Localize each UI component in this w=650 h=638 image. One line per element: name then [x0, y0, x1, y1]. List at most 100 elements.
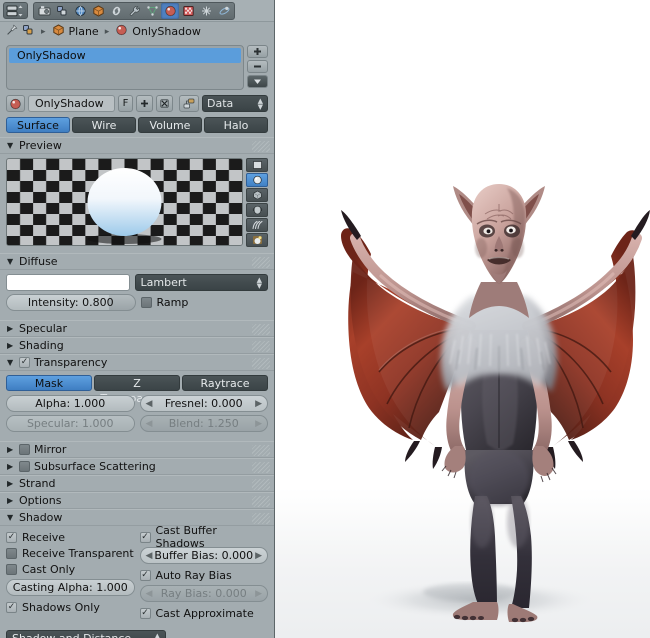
- preview-sphere-sky-icon[interactable]: [246, 233, 268, 247]
- preview-flat-plane-icon[interactable]: [246, 158, 268, 172]
- panel-header-shading[interactable]: ▶ Shading: [0, 337, 274, 354]
- panel-header-mirror[interactable]: ▶ Mirror: [0, 441, 274, 458]
- panel-header-specular[interactable]: ▶ Specular: [0, 320, 274, 337]
- tab-volume[interactable]: Volume: [138, 117, 202, 133]
- panel-header-shadow[interactable]: ▼ Shadow: [0, 509, 274, 526]
- breadcrumb-separator-1: ▸: [104, 26, 110, 37]
- shadow-cast-buffer-row[interactable]: Cast Buffer Shadows: [139, 524, 269, 550]
- tab-halo[interactable]: Halo: [204, 117, 268, 133]
- editor-type-icon[interactable]: [3, 2, 28, 19]
- fake-user-button[interactable]: F: [118, 95, 133, 112]
- transparency-method-mask[interactable]: Mask: [6, 375, 92, 391]
- tab-surface[interactable]: Surface: [6, 117, 70, 133]
- transparency-method-raytrace[interactable]: Raytrace: [182, 375, 268, 391]
- 3d-viewport[interactable]: [275, 0, 650, 638]
- unlink-material-button[interactable]: [156, 95, 173, 112]
- panel-header-options[interactable]: ▶ Options: [0, 492, 274, 509]
- material-link-dropdown[interactable]: Data ▲ ▼: [202, 95, 268, 112]
- object-data-tab[interactable]: [143, 3, 161, 19]
- shadow-shadows-only-row[interactable]: Shadows Only: [6, 599, 135, 615]
- transparency-panel-body: Mask Z Transparency Raytrace Alpha: 1.00…: [0, 371, 274, 441]
- diffuse-shader-value: Lambert: [140, 276, 187, 289]
- diffuse-ramp-checkbox[interactable]: [140, 297, 152, 308]
- shadow-shadows-only-checkbox[interactable]: [6, 601, 17, 613]
- scene-tab[interactable]: [71, 3, 89, 19]
- properties-header: [0, 0, 274, 22]
- panel-grip: [252, 324, 270, 335]
- object-tab[interactable]: [107, 3, 125, 19]
- material-slot-list[interactable]: OnlyShadow: [6, 45, 244, 90]
- transparency-enable-checkbox[interactable]: [19, 357, 30, 368]
- panel-header-sss[interactable]: ▶ Subsurface Scattering: [0, 458, 274, 475]
- panel-grip: [252, 513, 270, 524]
- shadow-cast-buffer-checkbox[interactable]: [139, 531, 151, 543]
- diffuse-shader-dropdown[interactable]: Lambert ▲ ▼: [134, 274, 268, 291]
- shadow-auto-ray-bias-row[interactable]: Auto Ray Bias: [139, 567, 269, 583]
- preview-sphere-icon[interactable]: [246, 173, 268, 187]
- new-material-button[interactable]: [136, 95, 153, 112]
- breadcrumb-item-object[interactable]: Plane: [69, 25, 99, 38]
- shadow-receive-row[interactable]: Receive: [6, 529, 135, 545]
- transparency-specular-label: Specular: 1.000: [26, 417, 114, 430]
- diffuse-color-swatch[interactable]: [6, 274, 130, 291]
- transparency-specular-slider[interactable]: Specular: 1.000: [6, 415, 135, 432]
- shadow-casting-alpha-slider[interactable]: Casting Alpha: 1.000: [6, 579, 135, 596]
- transparency-method-z[interactable]: Z Transparency: [94, 375, 180, 405]
- chevron-left-icon: ◀: [145, 419, 153, 429]
- shadow-shadows-only-label: Shadows Only: [22, 600, 100, 614]
- material-slot-menu-button[interactable]: [247, 75, 268, 88]
- shadow-receive-transparent-row[interactable]: Receive Transparent: [6, 545, 135, 561]
- shadow-receive-transparent-checkbox[interactable]: [6, 547, 17, 559]
- render-tab[interactable]: [35, 3, 53, 19]
- particles-tab[interactable]: [197, 3, 215, 19]
- pin-icon[interactable]: [6, 24, 18, 39]
- shadow-buffer-bias-slider[interactable]: ◀ Buffer Bias: 0.000 ▶: [139, 547, 268, 564]
- panel-grip: [252, 479, 270, 490]
- chevron-right-icon: ▶: [255, 399, 262, 409]
- panel-header-diffuse[interactable]: ▼ Diffuse: [0, 253, 274, 270]
- transparency-alpha-label: Alpha: 1.000: [35, 397, 106, 410]
- chevron-right-icon: ▶: [255, 589, 262, 599]
- material-name-input[interactable]: OnlyShadow: [28, 95, 115, 112]
- shadows-only-mode-dropdown[interactable]: Shadow and Distance ▲▼: [6, 630, 166, 638]
- render-layers-tab[interactable]: [53, 3, 71, 19]
- shadow-receive-transparent-label: Receive Transparent: [22, 546, 134, 560]
- preview-hair-strands-icon[interactable]: [246, 218, 268, 232]
- add-material-slot-button[interactable]: [247, 45, 268, 58]
- material-tab[interactable]: [161, 2, 179, 19]
- material-browse-icon[interactable]: [6, 95, 25, 112]
- tab-wire[interactable]: Wire: [72, 117, 136, 133]
- preview-monkey-icon[interactable]: [246, 203, 268, 217]
- panel-header-transparency[interactable]: ▼ Transparency: [0, 354, 274, 371]
- world-tab[interactable]: [89, 3, 107, 19]
- mirror-enable-checkbox[interactable]: [19, 444, 30, 455]
- shadow-cast-approximate-row[interactable]: Cast Approximate: [139, 605, 269, 621]
- transparency-alpha-slider[interactable]: Alpha: 1.000: [6, 395, 135, 412]
- panel-title-strand: Strand: [19, 477, 56, 490]
- physics-tab[interactable]: [215, 3, 233, 19]
- shadow-cast-only-checkbox[interactable]: [6, 563, 17, 575]
- texture-tab[interactable]: [179, 3, 197, 19]
- diffuse-intensity-slider[interactable]: Intensity: 0.800: [6, 294, 136, 311]
- remove-material-slot-button[interactable]: [247, 60, 268, 73]
- shadow-buffer-bias-label: Buffer Bias: 0.000: [154, 549, 254, 562]
- shadow-cast-only-row[interactable]: Cast Only: [6, 561, 135, 577]
- shadow-cast-approximate-checkbox[interactable]: [139, 607, 151, 619]
- panel-title-shading: Shading: [19, 339, 64, 352]
- material-slot-item[interactable]: OnlyShadow: [9, 48, 241, 63]
- panel-header-strand[interactable]: ▶ Strand: [0, 475, 274, 492]
- sss-enable-checkbox[interactable]: [19, 461, 30, 472]
- transparency-fresnel-slider[interactable]: ◀ Fresnel: 0.000 ▶: [139, 395, 268, 412]
- use-nodes-icon[interactable]: [179, 95, 199, 112]
- transparency-blend-slider[interactable]: ◀ Blend: 1.250 ▶: [139, 415, 268, 432]
- material-preview-render[interactable]: [6, 158, 243, 246]
- shadow-ray-bias-slider[interactable]: ◀ Ray Bias: 0.000 ▶: [139, 585, 268, 602]
- panel-header-preview[interactable]: ▼ Preview: [0, 137, 274, 154]
- modifiers-tab[interactable]: [125, 3, 143, 19]
- preview-cube-icon[interactable]: [246, 188, 268, 202]
- shadow-auto-ray-bias-checkbox[interactable]: [139, 569, 151, 581]
- chevron-updown-icon: ▲▼: [154, 631, 160, 638]
- shadow-receive-checkbox[interactable]: [6, 531, 17, 543]
- breadcrumb-item-material[interactable]: OnlyShadow: [132, 25, 201, 38]
- browse-datablock-icon[interactable]: [22, 24, 35, 39]
